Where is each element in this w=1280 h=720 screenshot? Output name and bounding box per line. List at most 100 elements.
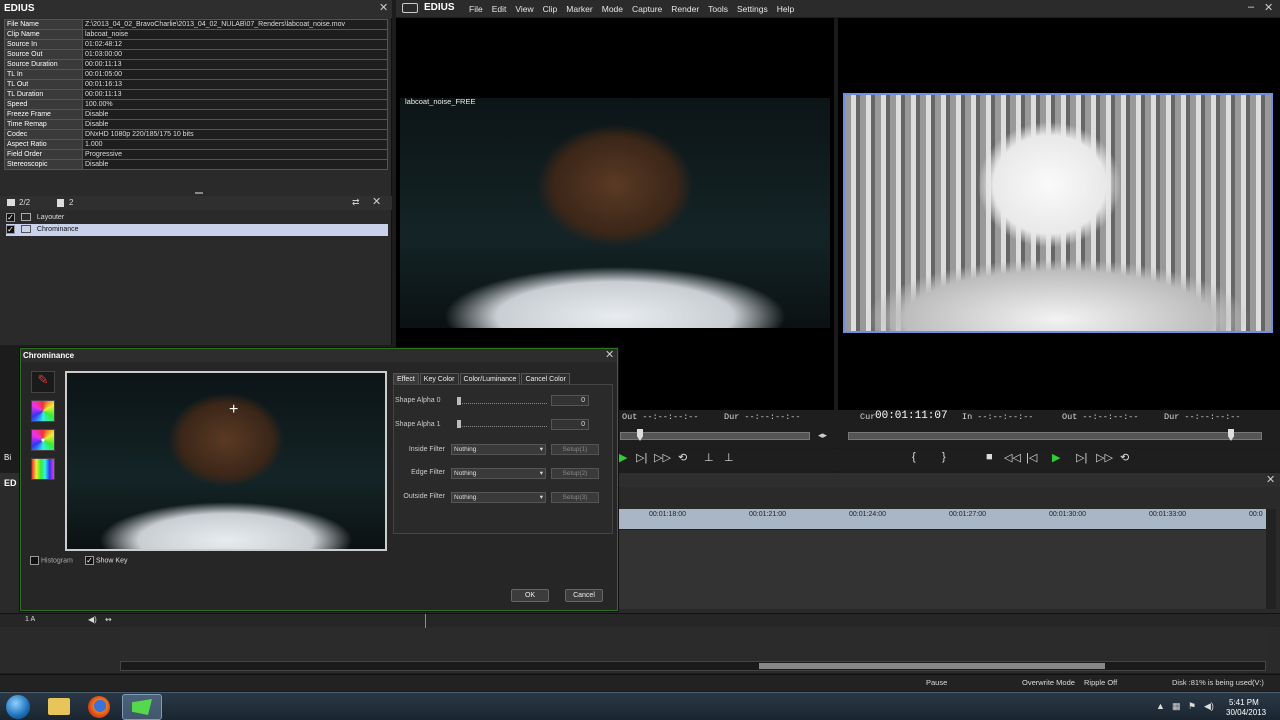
filter-list-close-icon[interactable]: ✕	[372, 197, 381, 208]
link-icon[interactable]: ⇄	[352, 197, 360, 208]
outside-filter-select[interactable]: Nothing ▾	[451, 492, 546, 503]
step-back-icon[interactable]: |◁	[1026, 451, 1037, 464]
tray-expand-icon[interactable]: ▲	[1156, 701, 1165, 711]
show-key-checkbox[interactable]: ✓	[85, 556, 94, 565]
recorder-cur-timecode: 00:01:11:07	[875, 410, 948, 422]
clock-date[interactable]: 30/04/2013	[1226, 708, 1266, 717]
recorder-video-frame[interactable]	[843, 93, 1273, 333]
recorder-fast-forward-icon[interactable]: ▷▷	[1096, 451, 1113, 464]
set-out-point-icon[interactable]: }	[942, 451, 946, 463]
tab-key-color[interactable]: Key Color	[419, 373, 459, 384]
property-key: Source Out	[4, 49, 83, 60]
timeline-ruler[interactable]: 00:01:18:00 00:01:21:00 00:01:24:00 00:0…	[618, 509, 1266, 529]
timeline-vertical-scrollbar[interactable]	[1266, 509, 1276, 609]
shape-alpha-1-input[interactable]: 0	[551, 419, 589, 430]
filter-item-layouter[interactable]: ✓ Layouter	[6, 212, 388, 224]
menu-item-mode[interactable]: Mode	[602, 4, 623, 14]
waveform-icon[interactable]: ↭	[105, 615, 112, 624]
menu-item-clip[interactable]: Clip	[543, 4, 558, 14]
player-dur-timecode: Dur --:--:--:--	[724, 412, 801, 422]
shape-alpha-0-input[interactable]: 0	[551, 395, 589, 406]
firefox-icon[interactable]	[88, 696, 110, 718]
timeline-horizontal-scrollbar[interactable]	[120, 661, 1266, 671]
action-center-icon[interactable]: ⚑	[1188, 701, 1196, 712]
minimize-icon[interactable]: –	[1248, 1, 1254, 13]
tab-color-luminance[interactable]: Color/Luminance	[459, 373, 521, 384]
player-play-icon[interactable]: ▶	[619, 451, 627, 464]
window-close-icon[interactable]: ✕	[1264, 3, 1273, 14]
tab-effect[interactable]: Effect	[393, 373, 419, 384]
ripple-status[interactable]: Ripple Off	[1084, 678, 1117, 687]
recorder-loop-icon[interactable]: ⟲	[1120, 451, 1129, 464]
filter-enable-checkbox[interactable]: ✓	[6, 212, 15, 222]
start-button-icon[interactable]	[6, 695, 30, 719]
property-value: 00:01:05:00	[82, 69, 388, 80]
recorder-step-forward-icon[interactable]: ▷|	[1076, 451, 1087, 464]
menu-item-view[interactable]: View	[515, 4, 533, 14]
inside-setup-button[interactable]: Setup(1)	[551, 444, 599, 455]
slider-thumb[interactable]	[457, 420, 461, 428]
outside-setup-button[interactable]: Setup(3)	[551, 492, 599, 503]
menu-item-render[interactable]: Render	[671, 4, 699, 14]
key-color-picker-icon[interactable]: ✎	[31, 371, 55, 393]
player-step-forward-icon[interactable]: ▷|	[636, 451, 647, 464]
insert-to-timeline-icon[interactable]: ⊥	[704, 451, 714, 464]
info-panel-close-icon[interactable]: ✕	[379, 3, 388, 14]
menu-item-settings[interactable]: Settings	[737, 4, 768, 14]
dialog-close-icon[interactable]: ✕	[605, 350, 614, 361]
filter-item-chrominance[interactable]: ✓ Chrominance	[6, 224, 388, 236]
rewind-icon[interactable]: ◁◁	[1004, 451, 1021, 464]
menu-item-capture[interactable]: Capture	[632, 4, 662, 14]
filter-enable-checkbox[interactable]: ✓	[6, 224, 15, 234]
property-value: 01:03:00:00	[82, 49, 388, 60]
network-icon[interactable]: ▦	[1172, 701, 1181, 712]
shape-alpha-0-slider[interactable]	[457, 397, 547, 405]
shape-alpha-1-slider[interactable]	[457, 420, 547, 428]
video-track-area[interactable]	[618, 529, 1266, 609]
player-loop-icon[interactable]: ⟲	[678, 451, 687, 464]
disk-usage-status: Disk :81% is being used(V:)	[1172, 678, 1264, 687]
menu-item-marker[interactable]: Marker	[566, 4, 592, 14]
overwrite-mode-status[interactable]: Overwrite Mode	[1022, 678, 1075, 687]
speaker-icon[interactable]: ◀)	[88, 615, 97, 624]
player-position-slider[interactable]	[620, 432, 810, 440]
property-row: Source Out 01:03:00:00	[4, 49, 388, 60]
timeline-cursor[interactable]	[425, 614, 426, 628]
player-video-frame[interactable]	[400, 98, 830, 328]
audio-link-icon[interactable]: ◂▸	[818, 430, 827, 441]
recorder-play-icon[interactable]: ▶	[1052, 451, 1060, 464]
recorder-position-slider[interactable]	[848, 432, 1262, 440]
menu-item-file[interactable]: File	[469, 4, 483, 14]
slider-thumb[interactable]	[457, 397, 461, 405]
scrollbar-thumb[interactable]	[759, 663, 1105, 669]
player-fast-forward-icon[interactable]: ▷▷	[654, 451, 671, 464]
stop-icon[interactable]: ■	[986, 451, 993, 463]
tab-cancel-color[interactable]: Cancel Color	[521, 373, 570, 384]
color-wheel-icon[interactable]	[31, 400, 55, 422]
ok-button[interactable]: OK	[511, 589, 549, 602]
histogram-checkbox[interactable]	[30, 556, 39, 565]
edius-logo-icon	[402, 3, 418, 13]
menu-item-tools[interactable]: Tools	[708, 4, 728, 14]
color-target-icon[interactable]	[31, 429, 55, 451]
inside-filter-select[interactable]: Nothing ▾	[451, 444, 546, 455]
panel-splitter-handle[interactable]	[195, 192, 203, 194]
cancel-button[interactable]: Cancel	[565, 589, 603, 602]
overwrite-to-timeline-icon[interactable]: ⊥	[724, 451, 734, 464]
edius-taskbar-button[interactable]	[122, 694, 162, 720]
edge-filter-label: Edge Filter	[411, 469, 445, 476]
edge-setup-button[interactable]: Setup(2)	[551, 468, 599, 479]
edge-filter-select[interactable]: Nothing ▾	[451, 468, 546, 479]
show-key-option[interactable]: ✓ Show Key	[85, 556, 127, 565]
dialog-titlebar[interactable]: Chrominance ✕	[21, 349, 617, 362]
clock-time[interactable]: 5:41 PM	[1229, 698, 1259, 707]
histogram-option[interactable]: Histogram	[30, 556, 73, 565]
key-preview-frame[interactable]: +	[65, 371, 387, 551]
timeline-close-icon[interactable]: ✕	[1266, 475, 1275, 486]
menu-item-help[interactable]: Help	[777, 4, 794, 14]
volume-icon[interactable]: ◀)	[1204, 701, 1214, 712]
file-explorer-icon[interactable]	[48, 698, 70, 715]
menu-item-edit[interactable]: Edit	[492, 4, 507, 14]
color-range-icon[interactable]	[31, 458, 55, 480]
set-in-point-icon[interactable]: {	[912, 451, 916, 463]
